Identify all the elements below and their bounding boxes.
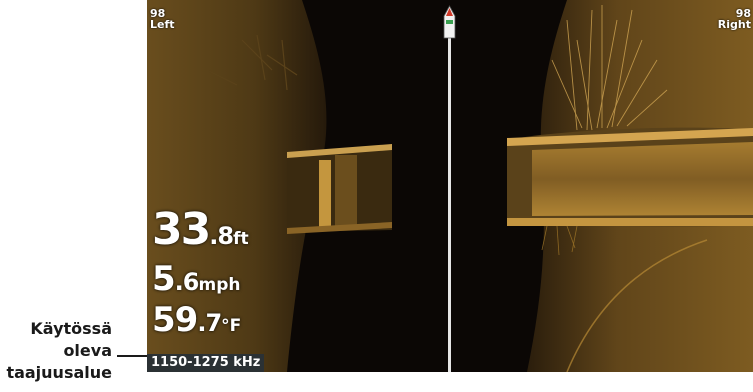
speed-whole: 5 bbox=[152, 259, 176, 299]
temperature-decimal: .7 bbox=[197, 309, 222, 337]
center-track-line bbox=[448, 30, 451, 372]
speed-decimal: .6 bbox=[174, 268, 200, 296]
speed-readout: 5.6mph bbox=[152, 259, 241, 299]
annotation-line-1: Käytössä bbox=[30, 319, 112, 338]
right-range-label: 98 Right bbox=[718, 8, 751, 30]
annotation-line-3: taajuusalue bbox=[6, 363, 112, 382]
temperature-readout: 59.7°F bbox=[152, 300, 241, 340]
annotation-line-2: oleva bbox=[63, 341, 112, 360]
annotation-leader-line bbox=[117, 355, 147, 357]
left-range-label: 98 Left bbox=[150, 8, 175, 30]
left-side-label: Left bbox=[150, 18, 175, 31]
depth-decimal: .8 bbox=[209, 222, 234, 250]
depth-readout: 33.8ft bbox=[152, 204, 249, 255]
frequency-range-badge: 1150-1275 kHz bbox=[147, 354, 265, 372]
temperature-unit: °F bbox=[221, 316, 242, 336]
speed-unit: mph bbox=[198, 275, 241, 295]
depth-whole: 33 bbox=[152, 204, 211, 255]
depth-unit: ft bbox=[233, 229, 249, 249]
temperature-whole: 59 bbox=[152, 300, 198, 340]
side-imaging-view[interactable]: 98 Left 98 Right 33.8ft 5.6mph 59.7°F 11… bbox=[147, 0, 753, 372]
right-side-label: Right bbox=[717, 18, 751, 31]
frequency-annotation: Käytössä oleva taajuusalue bbox=[0, 318, 112, 384]
